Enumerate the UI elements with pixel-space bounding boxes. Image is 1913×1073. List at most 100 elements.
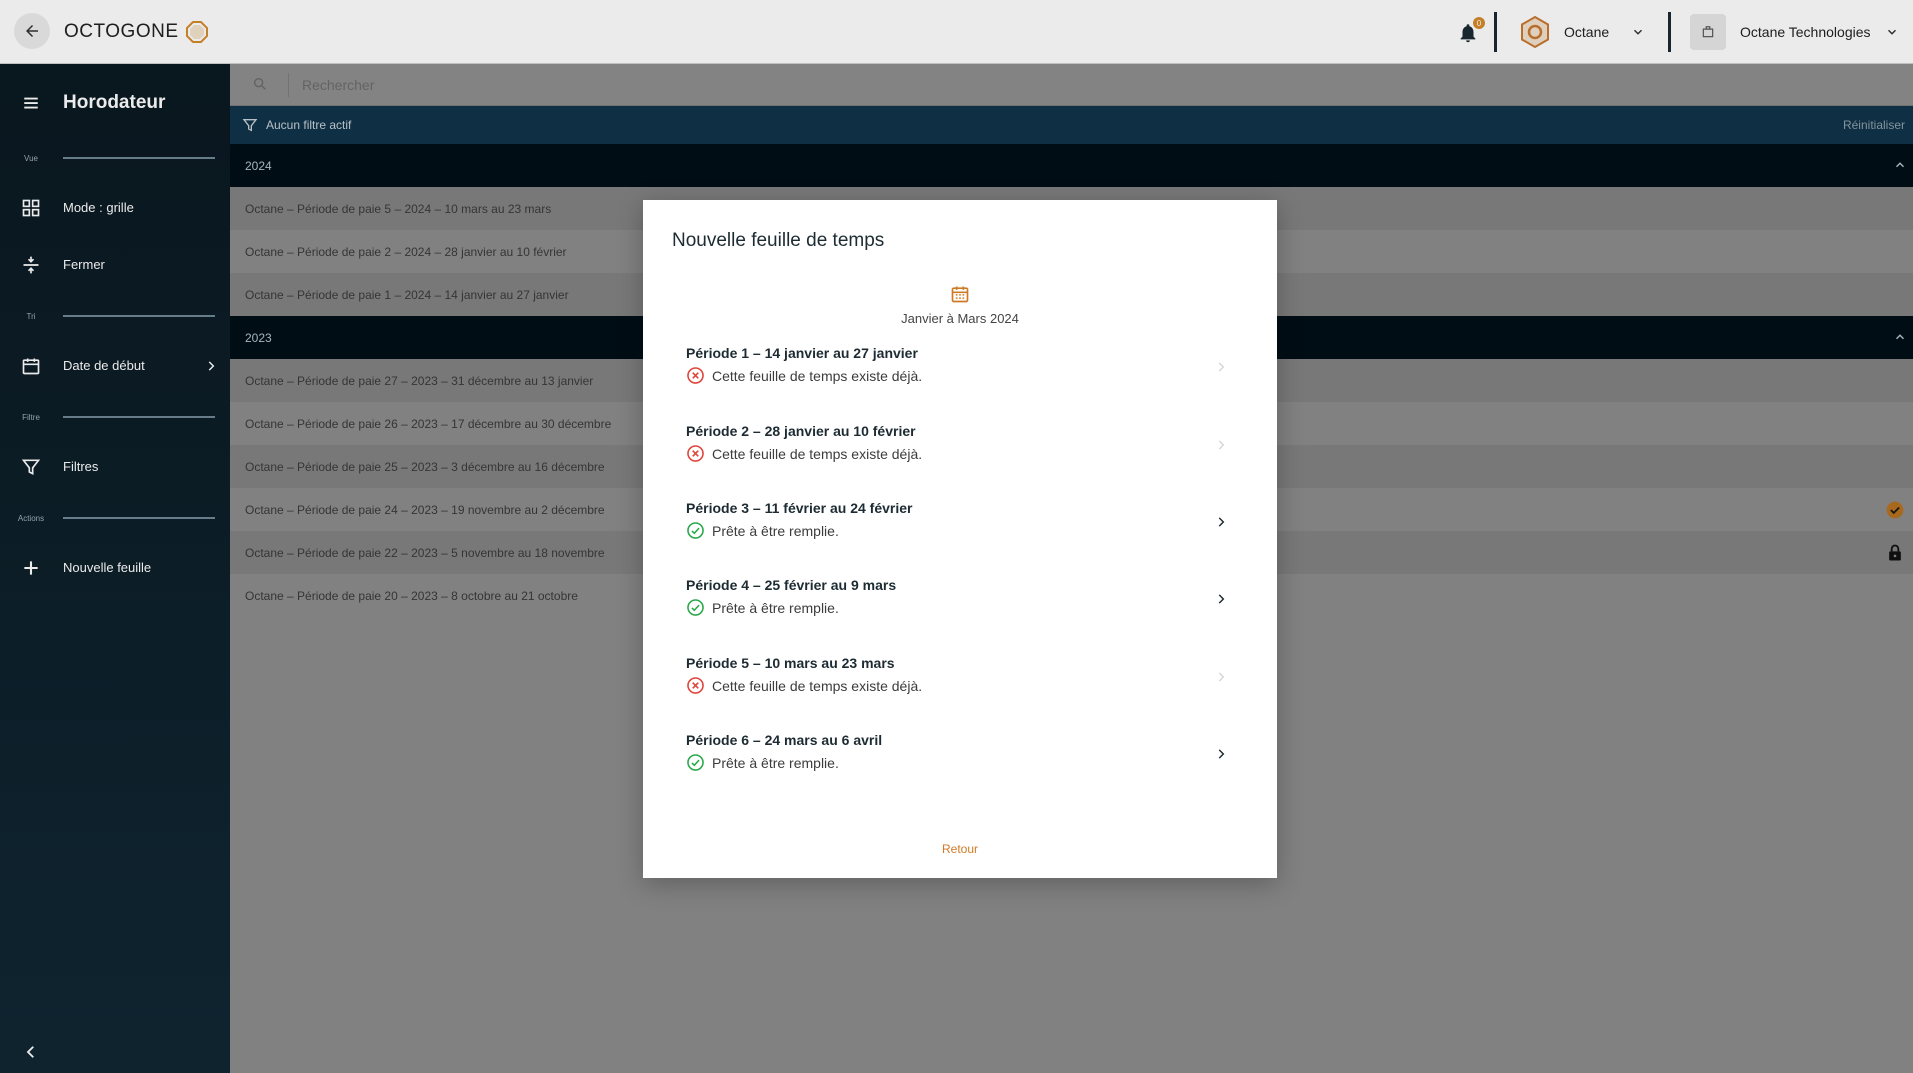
period-title: Période 5 – 10 mars au 23 mars (686, 655, 895, 671)
company-switcher[interactable]: Octane Technologies (1690, 12, 1899, 52)
arrow-left-icon (26, 25, 38, 37)
chevron-up-icon (1895, 162, 1905, 168)
row-label: Octane – Période de paie 20 – 2023 – 8 o… (245, 589, 578, 603)
row-label: Octane – Période de paie 25 – 2023 – 3 d… (245, 460, 605, 474)
period-title: Période 6 – 24 mars au 6 avril (686, 732, 883, 748)
chevron-down-icon (1887, 29, 1896, 35)
group-year: 2024 (245, 159, 272, 173)
check-circle-icon (1886, 501, 1904, 519)
building-icon (1702, 26, 1714, 38)
chevron-right-icon (1218, 594, 1225, 604)
section-view: Vue (0, 152, 230, 166)
error-circle-icon (687, 367, 704, 384)
error-circle-icon (687, 445, 704, 462)
chevron-up-icon (1895, 334, 1905, 340)
sidebar-item-view-mode[interactable]: Mode : grille (0, 188, 230, 228)
search-icon (254, 78, 266, 90)
sidebar-item-new-sheet[interactable]: Nouvelle feuille (0, 548, 230, 588)
section-label: Actions (17, 514, 45, 523)
filter-icon (21, 459, 41, 476)
notifications-button[interactable]: 0 (1455, 17, 1485, 45)
search-divider (288, 73, 289, 97)
sidebar-item-start-date[interactable]: Date de début (0, 346, 230, 386)
period-option-2[interactable]: Période 2 – 28 janvier au 10 février Cet… (672, 413, 1248, 483)
period-status: Prête à être remplie. (712, 755, 839, 771)
company-logo (1690, 14, 1726, 50)
section-divider (63, 315, 215, 317)
row-label: Octane – Période de paie 24 – 2023 – 19 … (245, 503, 605, 517)
sidebar-item-label: Fermer (63, 257, 105, 272)
row-label: Octane – Période de paie 1 – 2024 – 14 j… (245, 288, 569, 302)
period-status: Prête à être remplie. (712, 600, 839, 616)
divider (1494, 12, 1497, 52)
sidebar-item-filters[interactable]: Filtres (0, 447, 230, 487)
chevron-right-icon (1218, 749, 1225, 759)
period-option-5[interactable]: Période 5 – 10 mars au 23 mars Cette feu… (672, 645, 1248, 715)
brand[interactable]: OCTOGONE (64, 20, 209, 44)
period-title: Période 4 – 25 février au 9 mars (686, 577, 897, 593)
dialog-title: Nouvelle feuille de temps (672, 230, 885, 251)
filter-bar: Aucun filtre actif Réinitialiser (230, 106, 1913, 144)
sidebar-title: Horodateur (63, 92, 166, 113)
filter-icon (242, 119, 258, 132)
date-range-label: Janvier à Mars 2024 (901, 311, 1019, 326)
section-divider (63, 517, 215, 519)
back-button[interactable] (14, 13, 50, 49)
account-logo-icon (1521, 15, 1549, 49)
calendar-icon (22, 358, 40, 375)
period-title: Période 2 – 28 janvier au 10 février (686, 423, 916, 439)
section-divider (63, 416, 215, 418)
collapse-vertical-icon (23, 256, 39, 274)
account-switcher[interactable]: Octane (1518, 12, 1645, 52)
search-input[interactable] (302, 73, 1202, 97)
group-header-2024[interactable]: 2024 (230, 144, 1913, 187)
chevron-down-icon (1634, 29, 1643, 35)
section-filter: Filtre (0, 411, 230, 425)
chevron-right-icon (1218, 362, 1225, 372)
period-option-6[interactable]: Période 6 – 24 mars au 6 avril Prête à ê… (672, 722, 1248, 792)
row-label: Octane – Période de paie 26 – 2023 – 17 … (245, 417, 612, 431)
row-label: Octane – Période de paie 5 – 2024 – 10 m… (245, 202, 552, 216)
period-option-1[interactable]: Période 1 – 14 janvier au 27 janvier Cet… (672, 335, 1248, 405)
period-status: Cette feuille de temps existe déjà. (712, 446, 923, 462)
section-label: Vue (24, 154, 38, 163)
sidebar-item-label: Mode : grille (63, 200, 134, 215)
section-actions: Actions (0, 512, 230, 526)
company-name: Octane Technologies (1740, 24, 1871, 40)
section-label: Tri (26, 312, 36, 321)
chevron-right-icon (208, 361, 215, 371)
octagon-logo-icon (185, 21, 208, 43)
check-circle-icon (687, 754, 704, 771)
period-option-3[interactable]: Période 3 – 11 février au 24 février Prê… (672, 490, 1248, 560)
period-option-4[interactable]: Période 4 – 25 février au 9 mars Prête à… (672, 567, 1248, 637)
sidebar-item-label: Date de début (63, 358, 145, 373)
divider (1668, 12, 1671, 52)
chevron-right-icon (1218, 517, 1225, 527)
check-circle-icon (687, 522, 704, 539)
section-sort: Tri (0, 310, 230, 324)
period-status: Cette feuille de temps existe déjà. (712, 368, 923, 384)
back-link[interactable]: Retour (643, 842, 1277, 856)
row-label: Octane – Période de paie 27 – 2023 – 31 … (245, 374, 594, 388)
hamburger-menu-icon[interactable] (22, 94, 40, 112)
period-title: Période 1 – 14 janvier au 27 janvier (686, 345, 918, 361)
plus-icon (24, 561, 38, 575)
top-bar: OCTOGONE 0 Octane Octane Technologies (0, 0, 1913, 64)
calendar-icon (951, 286, 969, 303)
collapse-sidebar-icon[interactable] (22, 1043, 40, 1061)
new-timesheet-dialog: Nouvelle feuille de temps Janvier à Mars… (643, 200, 1277, 878)
grid-icon (22, 199, 40, 217)
period-status: Cette feuille de temps existe déjà. (712, 678, 923, 694)
period-status: Prête à être remplie. (712, 523, 839, 539)
sidebar: Horodateur Vue Mode : grille Fermer Tri … (0, 64, 230, 1073)
group-year: 2023 (245, 331, 272, 345)
row-label: Octane – Période de paie 2 – 2024 – 28 j… (245, 245, 567, 259)
section-divider (63, 157, 215, 159)
reset-filters-button[interactable]: Réinitialiser (1843, 118, 1905, 132)
error-circle-icon (687, 677, 704, 694)
notification-badge: 0 (1473, 17, 1485, 29)
sidebar-item-label: Nouvelle feuille (63, 560, 152, 575)
account-name: Octane (1564, 24, 1610, 40)
chevron-right-icon (1218, 440, 1225, 450)
sidebar-item-close[interactable]: Fermer (0, 245, 230, 285)
